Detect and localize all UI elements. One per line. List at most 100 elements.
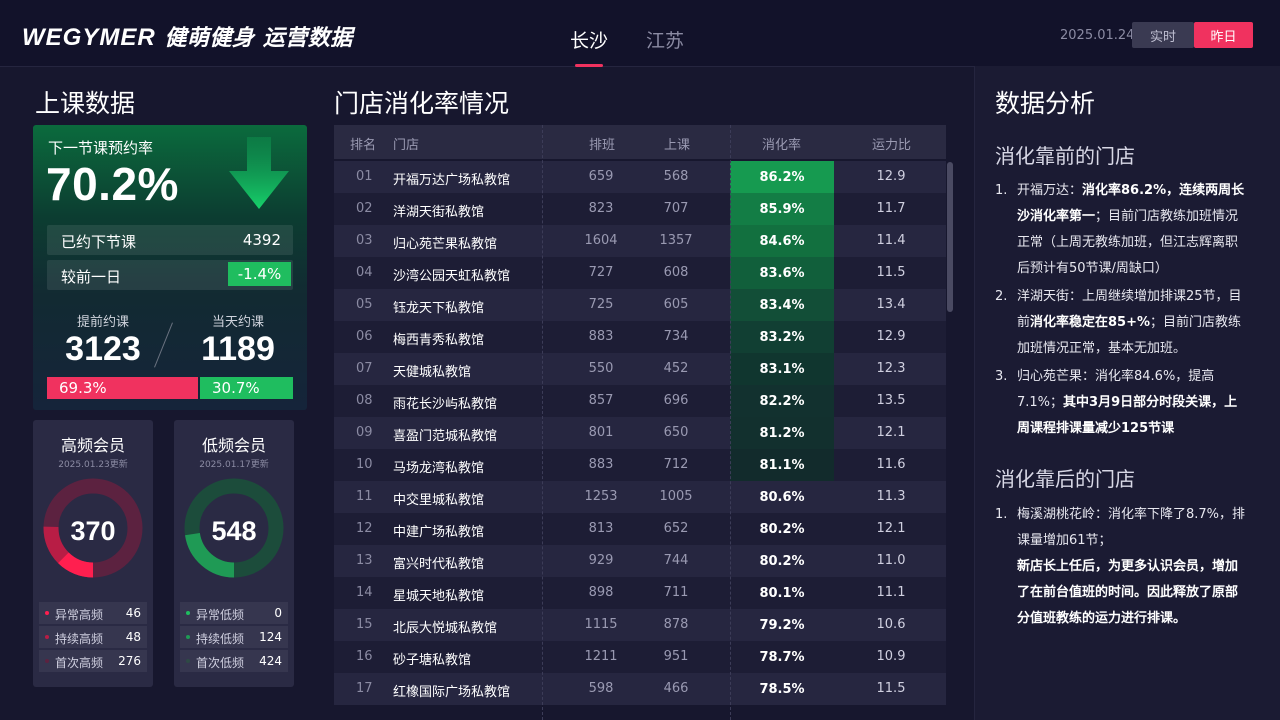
cell-schedule: 801: [588, 425, 614, 440]
legend-label: 持续低频: [196, 632, 245, 646]
cell-rank: 01: [356, 169, 373, 184]
th-store: 门店: [393, 138, 420, 153]
th-rank: 排名: [350, 138, 377, 153]
booked-next-row: 已约下节课 4392: [47, 225, 293, 255]
legend-value: 48: [125, 630, 141, 644]
table-row[interactable]: 13 富兴时代私教馆 929 744 80.2% 11.0: [334, 545, 946, 577]
cell-class: 744: [663, 553, 689, 568]
store-rate-table: 排名 门店 排班 上课 消化率 运力比 01 开福万达广场私教馆 659 568 86.…: [334, 125, 946, 720]
cell-store-name: 喜盈门范城私教馆: [393, 429, 498, 444]
note-text: 开福万达：消化率86.2%，连续两周长沙消化率第一；目前门店教练加班情况正常（上…: [1017, 183, 1245, 276]
logo-subtitle: 健萌健身 运营数据: [164, 26, 353, 51]
note-text: 梅溪湖桃花岭：消化率下降了8.7%，排课量增加61节； 新店长上任后，为更多认识会…: [1017, 507, 1246, 626]
cell-class: 650: [663, 425, 689, 440]
table-row[interactable]: 09 喜盈门范城私教馆 801 650 81.2% 12.1: [334, 417, 946, 449]
legend-dot: [186, 659, 190, 663]
cell-schedule: 813: [588, 521, 614, 536]
cell-class: 608: [663, 265, 689, 280]
cell-capacity: 11.3: [876, 489, 906, 504]
cell-class: 568: [663, 169, 689, 184]
cell-store-name: 梅西青秀私教馆: [393, 333, 485, 348]
high-freq-legend-abnormal: 异常高频 46: [39, 602, 147, 624]
cell-schedule: 883: [588, 329, 614, 344]
table-row[interactable]: 07 天健城私教馆 550 452 83.1% 12.3: [334, 353, 946, 385]
cell-store-name: 砂子塘私教馆: [393, 653, 472, 668]
legend-value: 46: [125, 606, 141, 620]
top-header: WEGYMER 健萌健身 运营数据 长沙 江苏 2025.01.24 实时 昨日: [0, 0, 1280, 67]
cell-rate: 83.2%: [730, 321, 834, 353]
table-row[interactable]: 03 归心苑芒果私教馆 1604 1357 84.6% 11.4: [334, 225, 946, 257]
legend-value: 424: [259, 654, 282, 668]
cell-rank: 04: [356, 265, 373, 280]
cell-capacity: 11.6: [876, 457, 906, 472]
compare-label: 较前一日: [61, 268, 122, 286]
cell-class: 707: [663, 201, 689, 216]
high-freq-updated: 2025.01.23更新: [58, 460, 128, 470]
front-note-3: 3. 归心苑芒果：消化率84.6%，提高7.1%；其中3月9日部分时段关课，上周课…: [995, 364, 1247, 442]
cell-rate: 81.1%: [730, 449, 834, 481]
table-row[interactable]: 06 梅西青秀私教馆 883 734 83.2% 12.9: [334, 321, 946, 353]
low-freq-card: 低频会员 2025.01.17更新 548 异常低频 0 持续低频 124 首次…: [174, 420, 294, 687]
table-row[interactable]: 01 开福万达广场私教馆 659 568 86.2% 12.9: [334, 161, 946, 193]
realtime-button[interactable]: 实时: [1132, 22, 1194, 48]
back-note-1: 1. 梅溪湖桃花岭：消化率下降了8.7%，排课量增加61节； 新店长上任后，为更多认…: [995, 502, 1247, 632]
table-row[interactable]: 11 中交里城私教馆 1253 1005 80.6% 11.3: [334, 481, 946, 513]
cell-store-name: 雨花长沙屿私教馆: [393, 397, 498, 412]
cell-rank: 08: [356, 393, 373, 408]
cell-capacity: 12.1: [876, 425, 906, 440]
cell-class: 652: [663, 521, 689, 536]
table-row[interactable]: 02 洋湖天街私教馆 823 707 85.9% 11.7: [334, 193, 946, 225]
table-row[interactable]: 10 马场龙湾私教馆 883 712 81.1% 11.6: [334, 449, 946, 481]
cell-store-name: 红橡国际广场私教馆: [393, 685, 511, 700]
legend-value: 124: [259, 630, 282, 644]
cell-rank: 12: [356, 521, 373, 536]
table-row[interactable]: 05 钰龙天下私教馆 725 605 83.4% 13.4: [334, 289, 946, 321]
table-scrollbar[interactable]: [947, 162, 953, 312]
cell-store-name: 富兴时代私教馆: [393, 557, 485, 572]
cell-schedule: 929: [588, 553, 614, 568]
app-logo: WEGYMER 健萌健身 运营数据: [22, 20, 353, 52]
cell-capacity: 11.4: [876, 233, 906, 248]
low-freq-title: 低频会员: [201, 436, 266, 455]
cell-capacity: 11.0: [876, 553, 906, 568]
high-freq-legend-first: 首次高频 276: [39, 650, 147, 672]
table-row[interactable]: 15 北辰大悦城私教馆 1115 878 79.2% 10.6: [334, 609, 946, 641]
down-arrow-icon: [229, 137, 289, 209]
yesterday-button[interactable]: 昨日: [1194, 22, 1253, 48]
table-row[interactable]: 04 沙湾公园天虹私教馆 727 608 83.6% 11.5: [334, 257, 946, 289]
compare-row: 较前一日 -1.4%: [47, 260, 293, 290]
cell-schedule: 550: [588, 361, 614, 376]
cell-rate: 80.1%: [759, 585, 805, 601]
legend-label: 持续高频: [55, 632, 104, 646]
logo-brand: WEGYMER: [22, 24, 156, 51]
tab-jiangsu[interactable]: 江苏: [646, 26, 684, 65]
class-data-title: 上课数据: [35, 89, 136, 118]
cell-schedule: 659: [588, 169, 614, 184]
cell-rate: 83.6%: [730, 257, 834, 289]
tab-changsha[interactable]: 长沙: [570, 26, 608, 65]
cell-class: 711: [663, 585, 689, 600]
table-row[interactable]: 08 雨花长沙屿私教馆 857 696 82.2% 13.5: [334, 385, 946, 417]
cell-class: 1005: [659, 489, 693, 504]
legend-dot: [45, 635, 49, 639]
cell-schedule: 1604: [584, 233, 618, 248]
legend-label: 异常高频: [55, 608, 104, 622]
cell-rate: 83.4%: [730, 289, 834, 321]
cell-rank: 06: [356, 329, 373, 344]
legend-label: 首次低频: [196, 656, 245, 670]
table-row[interactable]: 16 砂子塘私教馆 1211 951 78.7% 10.9: [334, 641, 946, 673]
th-rate: 消化率: [762, 138, 802, 153]
cell-schedule: 1253: [584, 489, 618, 504]
compare-badge: -1.4%: [228, 262, 291, 286]
table-row[interactable]: 14 星城天地私教馆 898 711 80.1% 11.1: [334, 577, 946, 609]
cell-rank: 09: [356, 425, 373, 440]
high-freq-legend-continuous: 持续高频 48: [39, 626, 147, 648]
cell-rank: 17: [356, 681, 373, 696]
table-row[interactable]: 12 中建广场私教馆 813 652 80.2% 12.1: [334, 513, 946, 545]
cell-schedule: 857: [588, 393, 614, 408]
table-row[interactable]: 17 红橡国际广场私教馆 598 466 78.5% 11.5: [334, 673, 946, 705]
cell-rank: 05: [356, 297, 373, 312]
cell-class: 466: [663, 681, 689, 696]
cell-capacity: 11.1: [876, 585, 906, 600]
cell-class: 605: [663, 297, 689, 312]
